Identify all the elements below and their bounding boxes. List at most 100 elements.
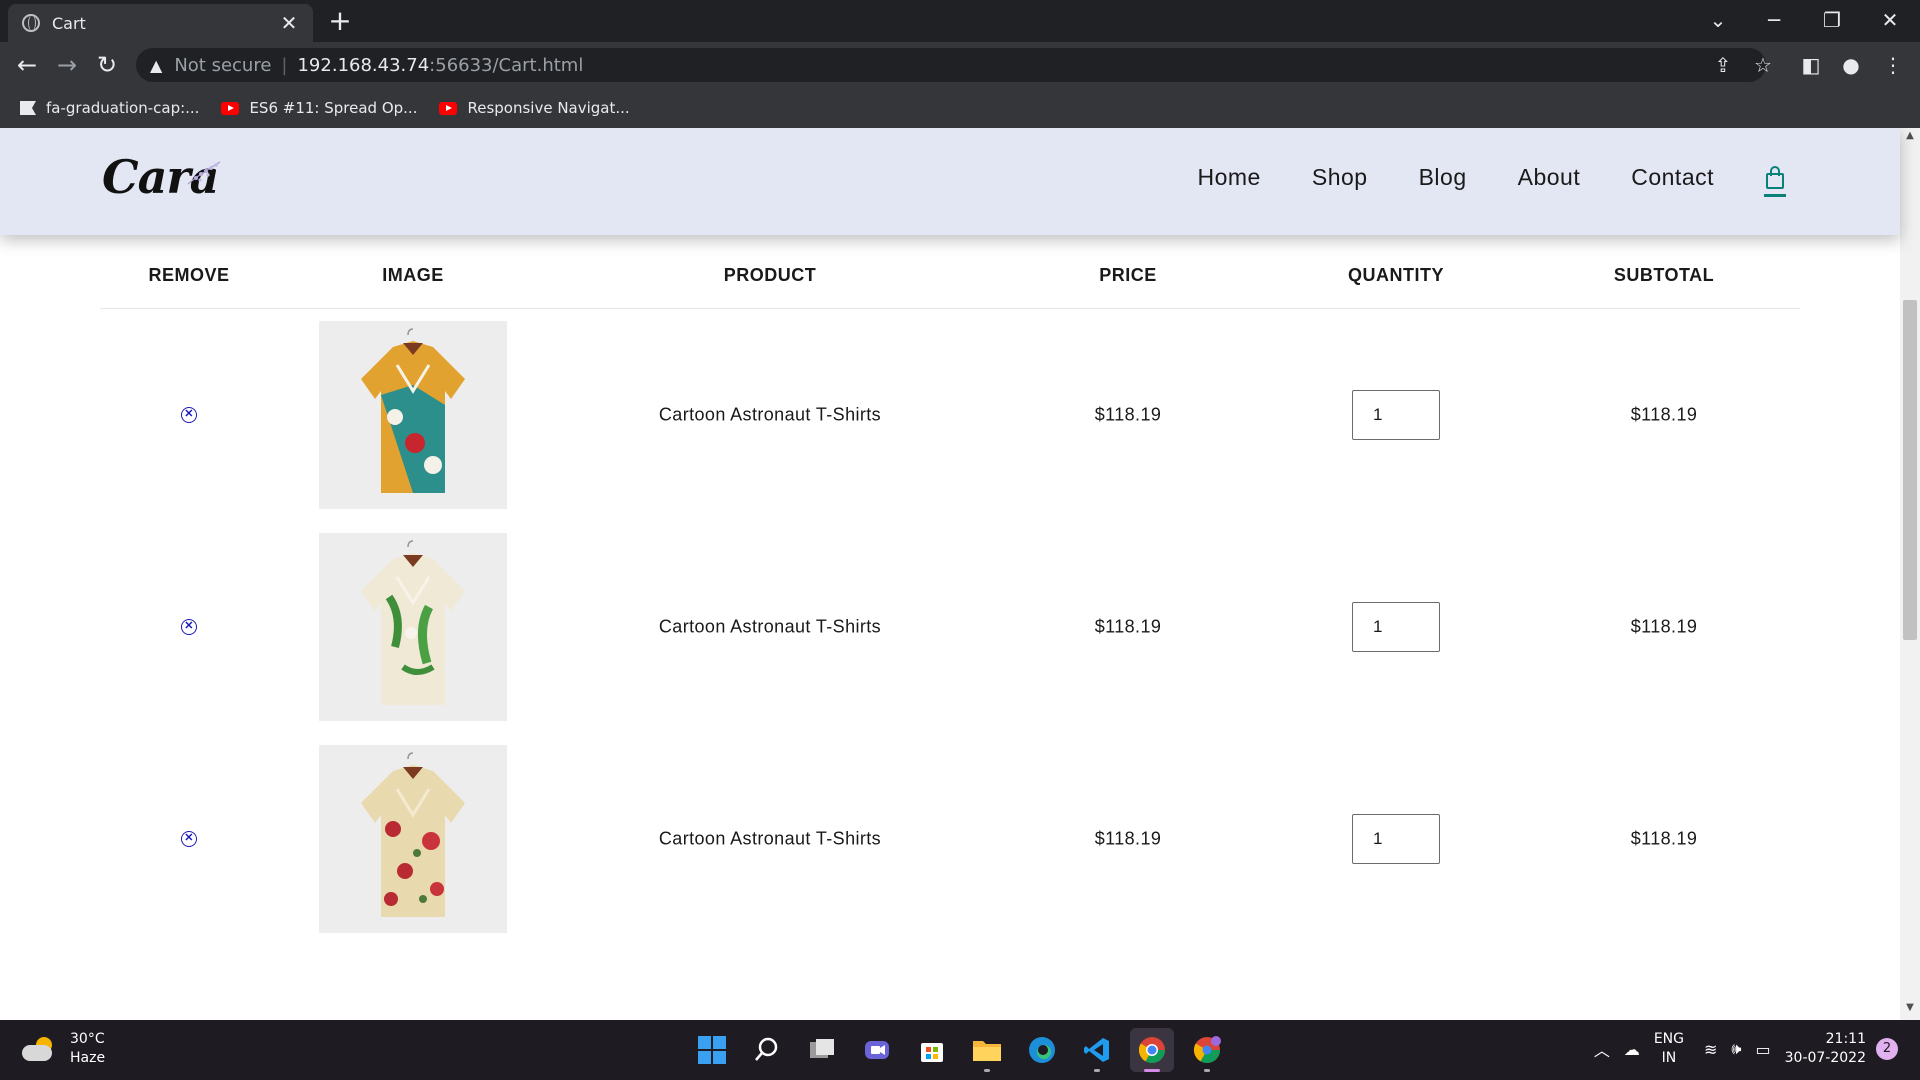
- product-name: Cartoon Astronaut T-Shirts: [658, 828, 882, 849]
- page-scrollbar[interactable]: ▲ ▼: [1900, 128, 1920, 1020]
- chrome-profile-icon[interactable]: [1185, 1028, 1229, 1072]
- back-icon[interactable]: ←: [12, 50, 42, 80]
- new-tab-button[interactable]: +: [325, 6, 355, 36]
- tab-search-icon[interactable]: ⌄: [1698, 4, 1738, 36]
- nav-about[interactable]: About: [1518, 164, 1581, 191]
- url-host: 192.168.43.74: [297, 54, 430, 76]
- browser-toolbar: ← → ↻ ▲ Not secure | 192.168.43.74 :5663…: [0, 42, 1920, 88]
- quantity-input[interactable]: [1352, 814, 1440, 864]
- taskbar-apps: [690, 1028, 1240, 1072]
- main-nav: Home Shop Blog About Contact: [1147, 164, 1786, 197]
- chrome-icon[interactable]: [1130, 1028, 1174, 1072]
- profile-icon[interactable]: ●: [1834, 48, 1868, 82]
- cart-row: ✕ Cartoon Astronaut T-Shirts $118.19 $11…: [100, 521, 1800, 733]
- row-subtotal: $118.19: [1630, 828, 1698, 849]
- browser-tab[interactable]: Cart ✕: [8, 4, 313, 42]
- wifi-icon[interactable]: ≋: [1704, 1040, 1717, 1059]
- partly-cloudy-icon: [22, 1037, 56, 1061]
- menu-icon[interactable]: ⋮: [1876, 48, 1910, 82]
- bookmarks-bar: fa-graduation-cap:... ES6 #11: Spread Op…: [0, 88, 1920, 128]
- start-windows-icon[interactable]: [690, 1028, 734, 1072]
- chevron-up-icon[interactable]: ︿: [1594, 1037, 1610, 1061]
- header-remove: REMOVE: [148, 265, 230, 285]
- shirt-cream-leaf-icon: [361, 540, 465, 705]
- microsoft-store-icon[interactable]: [910, 1028, 954, 1072]
- address-separator: |: [281, 54, 288, 76]
- cart-row: ✕ Cartoon Astronaut T-Shirts $118.19 1 $…: [100, 733, 1800, 945]
- battery-icon[interactable]: ▭: [1756, 1040, 1771, 1059]
- page-viewport: Cara Home Shop Blog About Contact REMOVE…: [0, 128, 1920, 1020]
- product-price: $118.19: [1094, 616, 1162, 637]
- header-subtotal: SUBTOTAL: [1613, 265, 1715, 285]
- language-indicator[interactable]: ENG IN: [1654, 1030, 1684, 1068]
- youtube-icon: [221, 101, 240, 115]
- address-bar[interactable]: ▲ Not secure | 192.168.43.74 :56633/Cart…: [136, 48, 1766, 82]
- search-icon[interactable]: [745, 1028, 789, 1072]
- system-tray: ︿ ☁ ENG IN ≋ 🕪 ▭ 21:11 30-07-2022 2: [1594, 1030, 1898, 1068]
- cart-table: REMOVE IMAGE PRODUCT PRICE QUANTITY SUBT…: [100, 235, 1800, 945]
- product-price: $118.19: [1094, 828, 1162, 849]
- language-code: ENG: [1653, 1031, 1684, 1047]
- product-image: [319, 533, 507, 721]
- task-view-icon[interactable]: [800, 1028, 844, 1072]
- scroll-up-arrow-icon[interactable]: ▲: [1900, 130, 1920, 146]
- warning-icon: ▲: [150, 55, 163, 75]
- bookmark-item[interactable]: Responsive Navigat...: [439, 99, 630, 117]
- weather-widget[interactable]: 30°C Haze: [22, 1030, 105, 1068]
- product-price: $118.19: [1094, 404, 1162, 425]
- bookmark-label: ES6 #11: Spread Op...: [249, 99, 418, 117]
- clock-date: 30-07-2022: [1784, 1050, 1866, 1066]
- remove-icon[interactable]: ✕: [181, 619, 197, 635]
- row-subtotal: $118.19: [1630, 404, 1698, 425]
- remove-icon[interactable]: ✕: [181, 407, 197, 423]
- volume-icon[interactable]: 🕪: [1731, 1039, 1741, 1059]
- bookmark-star-icon[interactable]: ☆: [1746, 48, 1780, 82]
- cart-row: ✕ Cartoon Astronaut T-Shirts $118.19 $11…: [100, 309, 1800, 521]
- edge-browser-icon[interactable]: [1020, 1028, 1064, 1072]
- notification-badge[interactable]: 2: [1876, 1038, 1898, 1060]
- bookmark-item[interactable]: fa-graduation-cap:...: [20, 99, 199, 117]
- bookmark-label: fa-graduation-cap:...: [46, 99, 200, 117]
- share-icon[interactable]: ⇪: [1706, 48, 1740, 82]
- remove-icon[interactable]: ✕: [181, 831, 197, 847]
- security-label[interactable]: Not secure: [174, 55, 271, 76]
- onedrive-cloud-icon[interactable]: ☁: [1624, 1040, 1640, 1059]
- tab-close-icon[interactable]: ✕: [279, 11, 299, 35]
- product-name: Cartoon Astronaut T-Shirts: [658, 616, 882, 637]
- teams-chat-icon[interactable]: [855, 1028, 899, 1072]
- site-header: Cara Home Shop Blog About Contact: [0, 128, 1900, 235]
- shirt-yellow-teal-icon: [361, 328, 465, 493]
- product-image: [319, 321, 507, 509]
- youtube-icon: [439, 101, 458, 115]
- nav-shop[interactable]: Shop: [1312, 164, 1368, 191]
- header-price: PRICE: [1099, 265, 1157, 285]
- restore-icon[interactable]: ❐: [1812, 4, 1852, 36]
- quantity-input[interactable]: [1352, 390, 1440, 440]
- header-image: IMAGE: [382, 265, 444, 285]
- reload-icon[interactable]: ↻: [92, 50, 122, 80]
- taskbar: 30°C Haze ︿ ☁ ENG IN ≋ 🕪 ▭ 21:11 30-07-2…: [0, 1020, 1920, 1080]
- shirt-red-floral-icon: [361, 752, 465, 917]
- clock-time: 21:11: [1825, 1031, 1866, 1047]
- tab-title: Cart: [52, 13, 86, 33]
- clock[interactable]: 21:11 30-07-2022: [1785, 1030, 1866, 1068]
- lavender-sprig-icon: [187, 161, 221, 185]
- bookmark-item[interactable]: ES6 #11: Spread Op...: [221, 99, 417, 117]
- region-code: IN: [1661, 1050, 1677, 1066]
- quantity-input[interactable]: [1352, 602, 1440, 652]
- header-quantity: QUANTITY: [1348, 265, 1444, 285]
- side-panel-icon[interactable]: ◧: [1794, 48, 1828, 82]
- scrollbar-thumb[interactable]: [1903, 300, 1917, 640]
- cart-table-header: REMOVE IMAGE PRODUCT PRICE QUANTITY SUBT…: [100, 235, 1800, 309]
- nav-blog[interactable]: Blog: [1419, 164, 1467, 191]
- nav-home[interactable]: Home: [1198, 164, 1261, 191]
- file-explorer-icon[interactable]: [965, 1028, 1009, 1072]
- minimize-icon[interactable]: ─: [1754, 4, 1794, 36]
- flag-icon: [20, 101, 36, 115]
- scroll-down-arrow-icon[interactable]: ▼: [1900, 1002, 1920, 1018]
- nav-contact[interactable]: Contact: [1631, 164, 1714, 191]
- forward-icon[interactable]: →: [52, 50, 82, 80]
- shopping-bag-icon[interactable]: [1764, 165, 1786, 197]
- vscode-icon[interactable]: [1075, 1028, 1119, 1072]
- window-close-icon[interactable]: ✕: [1870, 4, 1910, 36]
